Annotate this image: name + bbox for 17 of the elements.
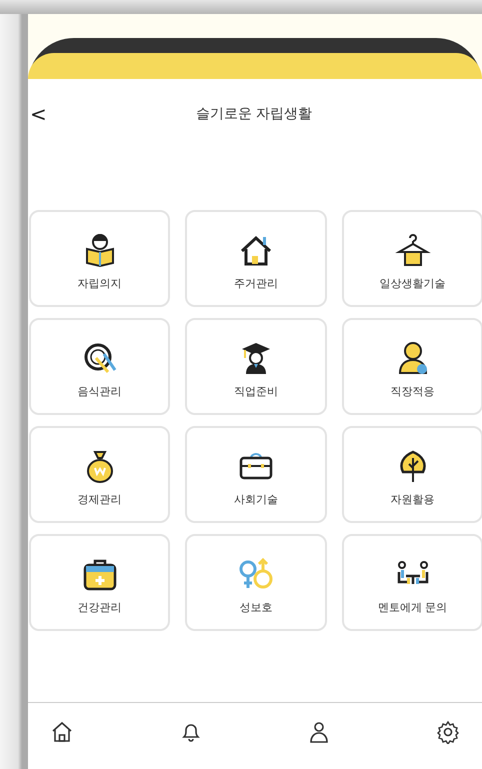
page-title: 슬기로운 자립생활 — [196, 105, 312, 123]
menu-tile[interactable]: 사회기술 — [185, 426, 327, 523]
settings-icon[interactable] — [436, 720, 460, 744]
menu-tile[interactable]: 자원활용 — [342, 426, 482, 523]
menu-tile[interactable]: 멘토에게 문의 — [342, 534, 482, 631]
menu-tile[interactable]: 직장적응 — [342, 318, 482, 415]
menu-tile[interactable]: 경제관리 — [29, 426, 170, 523]
menu-tile[interactable]: 성보호 — [185, 534, 327, 631]
menu-tile[interactable]: 건강관리 — [29, 534, 170, 631]
menu-tile[interactable]: 직업준비 — [185, 318, 327, 415]
hanger-icon — [394, 232, 430, 268]
menu-tile[interactable]: 자립의지 — [29, 210, 170, 307]
back-button[interactable]: < — [28, 104, 49, 124]
menu-tile[interactable]: 일상생활기술 — [342, 210, 482, 307]
menu-tile[interactable]: 음식관리 — [29, 318, 170, 415]
menu-tile[interactable]: 주거관리 — [185, 210, 327, 307]
home-icon[interactable] — [50, 720, 74, 744]
